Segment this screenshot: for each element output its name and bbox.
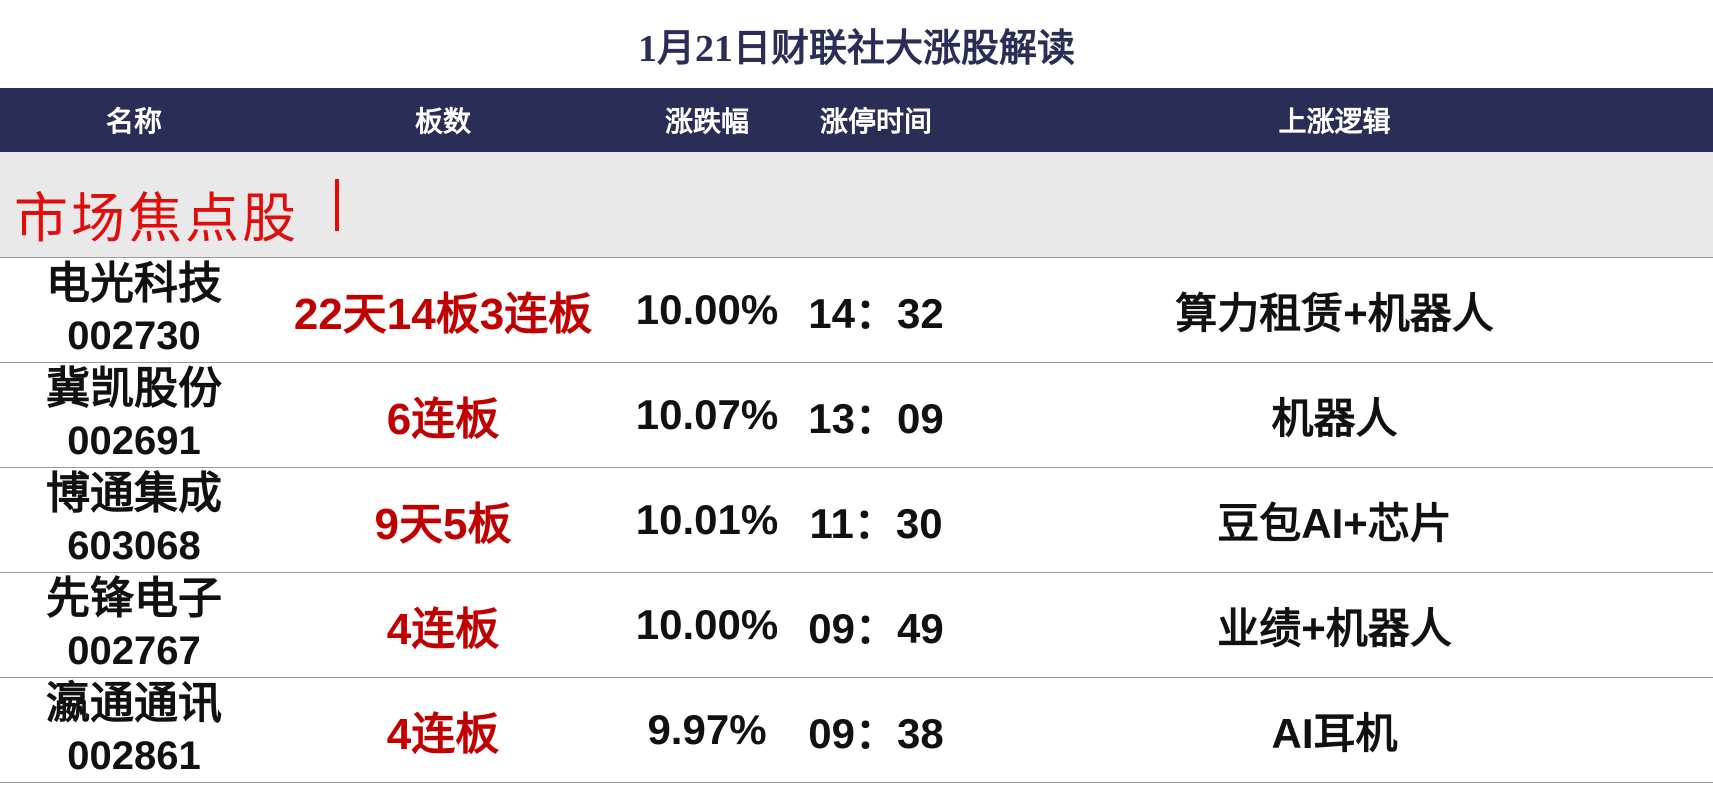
stock-name-cell: 电光科技 002730 (0, 258, 268, 362)
stock-name-cell: 先锋电子 002767 (0, 573, 268, 677)
header-change: 涨跌幅 (664, 106, 749, 137)
change-pct: 10.00% (635, 286, 779, 333)
limit-time: 13：09 (808, 394, 944, 442)
table-row: 先锋电子 002767 4连板 10.00% 09：49 业绩+机器人 (0, 573, 1713, 678)
stock-name: 博通集成 (46, 469, 222, 518)
board-count: 6连板 (386, 395, 500, 444)
table-row: 冀凯股份 002691 6连板 10.07% 13：09 机器人 (0, 363, 1713, 468)
stock-name: 先锋电子 (46, 574, 222, 623)
board-count: 4连板 (386, 710, 500, 759)
table-row: 博通集成 603068 9天5板 10.01% 11：30 豆包AI+芯片 (0, 468, 1713, 573)
section-market-focus: 市场焦点股 (0, 152, 1713, 258)
header-limit-time: 涨停时间 (819, 106, 932, 137)
board-count: 9天5板 (374, 500, 512, 549)
limit-time: 14：32 (808, 289, 944, 337)
rise-logic: 算力租赁+机器人 (1175, 289, 1494, 337)
stock-code: 002730 (67, 314, 201, 358)
rise-logic: 业绩+机器人 (1217, 604, 1452, 652)
board-count: 4连板 (386, 605, 500, 654)
rise-logic: 豆包AI+芯片 (1217, 499, 1452, 547)
stock-code: 603068 (67, 524, 201, 568)
header-name: 名称 (105, 106, 162, 137)
change-pct: 10.00% (635, 601, 779, 648)
stock-table-body: 电光科技 002730 22天14板3连板 10.00% 14：32 算力租赁+… (0, 258, 1713, 783)
rise-logic: AI耳机 (1271, 709, 1398, 757)
section-label: 市场焦点股 (14, 189, 299, 249)
table-header: 名称 板数 涨跌幅 涨停时间 上涨逻辑 (0, 88, 1713, 152)
limit-time: 09：38 (808, 709, 944, 757)
board-count: 22天14板3连板 (293, 290, 593, 339)
header-logic: 上涨逻辑 (1278, 106, 1391, 137)
stock-name-cell: 瀛通通讯 002861 (0, 678, 268, 782)
page-title: 1月21日财联社大涨股解读 (637, 27, 1075, 70)
stock-name: 瀛通通讯 (46, 679, 222, 728)
stock-name: 电光科技 (46, 259, 222, 308)
table-row: 瀛通通讯 002861 4连板 9.97% 09：38 AI耳机 (0, 678, 1713, 783)
change-pct: 10.07% (635, 391, 779, 438)
header-boards: 板数 (414, 106, 471, 137)
stock-code: 002767 (67, 629, 201, 673)
stock-code: 002691 (67, 419, 201, 463)
limit-time: 09：49 (808, 604, 944, 652)
change-pct: 9.97% (647, 706, 767, 753)
section-divider (335, 179, 339, 231)
table-row: 电光科技 002730 22天14板3连板 10.00% 14：32 算力租赁+… (0, 258, 1713, 363)
rise-logic: 机器人 (1271, 394, 1398, 442)
stock-name-cell: 博通集成 603068 (0, 468, 268, 572)
stock-code: 002861 (67, 734, 201, 778)
change-pct: 10.01% (635, 496, 779, 543)
stock-name-cell: 冀凯股份 002691 (0, 363, 268, 467)
limit-time: 11：30 (809, 499, 943, 547)
stock-name: 冀凯股份 (46, 364, 222, 413)
